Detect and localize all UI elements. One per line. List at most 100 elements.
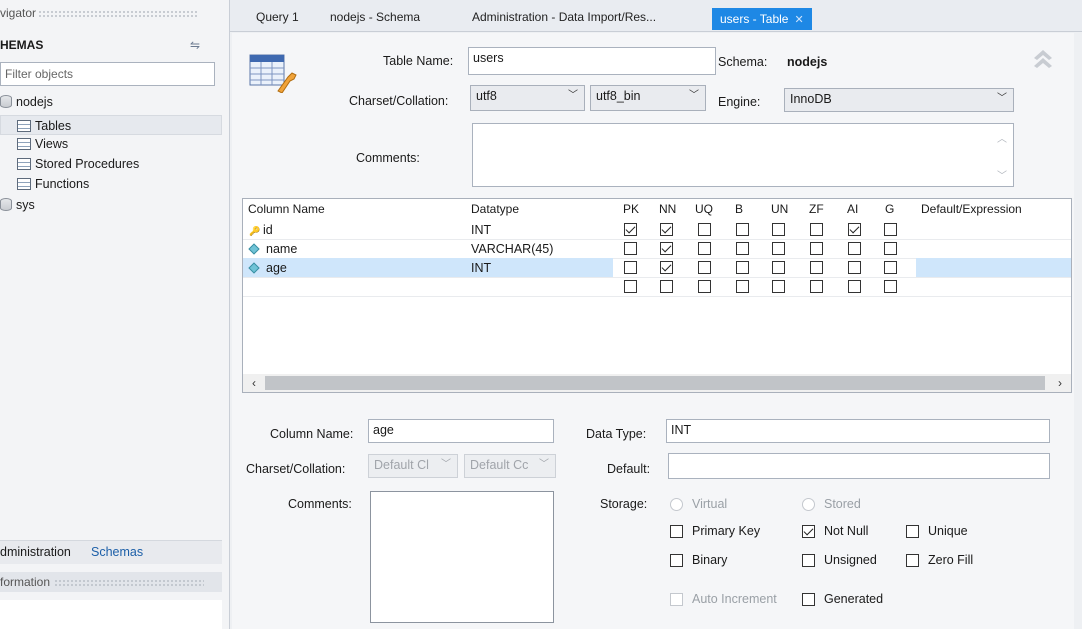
nn-checkbox[interactable] [660, 261, 673, 274]
default-input[interactable] [668, 453, 1050, 479]
nn-checkbox[interactable] [660, 280, 673, 293]
binary-checkbox[interactable] [670, 554, 683, 567]
b-checkbox[interactable] [736, 280, 749, 293]
zero-fill-checkbox[interactable] [906, 554, 919, 567]
collation-select[interactable]: utf8_bin ﹀ [590, 85, 706, 111]
un-checkbox[interactable] [772, 280, 785, 293]
uq-checkbox[interactable] [698, 280, 711, 293]
scroll-up-icon[interactable]: ︿ [997, 130, 1007, 145]
ai-checkbox[interactable] [848, 280, 861, 293]
tree-item-sys[interactable]: sys [0, 195, 222, 215]
pk-checkbox[interactable] [624, 280, 637, 293]
grid-header-b[interactable]: B [735, 202, 743, 216]
g-checkbox[interactable] [884, 280, 897, 293]
grid-header-g[interactable]: G [885, 202, 894, 216]
information-panel [0, 600, 222, 629]
default-label: Default: [607, 462, 651, 476]
b-checkbox[interactable] [736, 223, 749, 236]
scroll-left-icon[interactable]: ‹ [245, 374, 263, 392]
tree-item-views[interactable]: Views [0, 134, 222, 154]
b-checkbox[interactable] [736, 242, 749, 255]
uq-checkbox[interactable] [698, 223, 711, 236]
tab-schemas[interactable]: Schemas [91, 545, 143, 559]
refresh-icon[interactable]: ⇋ [190, 38, 204, 52]
nn-checkbox[interactable] [660, 223, 673, 236]
table-row[interactable] [243, 277, 1071, 297]
table-comments-textarea[interactable]: ︿ ﹀ [472, 123, 1014, 187]
tree-item-nodejs[interactable]: nodejs [0, 92, 222, 112]
datatype-cell[interactable]: INT [471, 220, 491, 240]
column-name-cell[interactable]: 🔑 id [243, 220, 613, 240]
grid-header-uq[interactable]: UQ [695, 202, 713, 216]
default-expression-cell[interactable] [916, 258, 1071, 278]
b-checkbox[interactable] [736, 261, 749, 274]
ai-checkbox[interactable] [848, 223, 861, 236]
datatype-cell[interactable]: VARCHAR(45) [471, 239, 553, 259]
column-comments-textarea[interactable] [370, 491, 554, 623]
grid-header-ai[interactable]: AI [847, 202, 858, 216]
zf-checkbox[interactable] [810, 261, 823, 274]
tab-administration[interactable]: dministration [0, 545, 71, 559]
unsigned-checkbox[interactable] [802, 554, 815, 567]
filter-objects-input[interactable]: Filter objects [0, 62, 215, 86]
collapse-icon[interactable] [1030, 45, 1056, 71]
nn-checkbox[interactable] [660, 242, 673, 255]
g-checkbox[interactable] [884, 242, 897, 255]
grid-header-datatype[interactable]: Datatype [471, 202, 519, 216]
un-checkbox[interactable] [772, 261, 785, 274]
zf-checkbox[interactable] [810, 242, 823, 255]
column-name-cell[interactable]: age [243, 258, 613, 278]
datatype-cell[interactable]: INT [471, 258, 491, 278]
grid-header-zf[interactable]: ZF [809, 202, 824, 216]
default-expression-cell[interactable] [916, 277, 1071, 297]
table-row[interactable]: name VARCHAR(45) [243, 239, 1071, 259]
scroll-right-icon[interactable]: › [1051, 374, 1069, 392]
unique-checkbox[interactable] [906, 525, 919, 538]
g-checkbox[interactable] [884, 261, 897, 274]
data-type-input[interactable]: INT [666, 419, 1050, 443]
grid-header-un[interactable]: UN [771, 202, 788, 216]
tree-item-tables[interactable]: Tables [0, 115, 222, 135]
uq-checkbox[interactable] [698, 242, 711, 255]
table-row[interactable]: age INT [243, 258, 1071, 278]
ai-checkbox[interactable] [848, 242, 861, 255]
scroll-down-icon[interactable]: ﹀ [997, 167, 1007, 182]
default-expression-cell[interactable] [916, 220, 1071, 240]
ai-checkbox[interactable] [848, 261, 861, 274]
engine-select[interactable]: InnoDB ﹀ [784, 88, 1014, 112]
pk-checkbox[interactable] [624, 242, 637, 255]
default-expression-cell[interactable] [916, 239, 1071, 259]
table-name-input[interactable]: users [468, 47, 716, 75]
not-null-checkbox[interactable] [802, 525, 815, 538]
tab-nodejs-schema[interactable]: nodejs - Schema [322, 6, 428, 30]
tab-users-table[interactable]: users - Table ✕ [712, 8, 812, 30]
pk-checkbox[interactable] [624, 223, 637, 236]
column-name-input[interactable]: age [368, 419, 554, 443]
tab-administration-import[interactable]: Administration - Data Import/Res... [464, 6, 664, 30]
grid-header-default[interactable]: Default/Expression [921, 202, 1022, 216]
grid-header-pk[interactable]: PK [623, 202, 639, 216]
virtual-radio[interactable] [670, 498, 683, 511]
grid-header-nn[interactable]: NN [659, 202, 676, 216]
g-checkbox[interactable] [884, 223, 897, 236]
pk-checkbox[interactable] [624, 261, 637, 274]
stored-radio[interactable] [802, 498, 815, 511]
un-checkbox[interactable] [772, 223, 785, 236]
column-name-cell[interactable] [243, 277, 613, 297]
primary-key-checkbox[interactable] [670, 525, 683, 538]
table-row[interactable]: 🔑 id INT [243, 220, 1071, 240]
horizontal-scrollbar[interactable]: ‹ › [243, 374, 1071, 392]
un-checkbox[interactable] [772, 242, 785, 255]
charset-select[interactable]: utf8 ﹀ [470, 85, 585, 111]
grid-header-column-name[interactable]: Column Name [248, 202, 325, 216]
uq-checkbox[interactable] [698, 261, 711, 274]
generated-checkbox[interactable] [802, 593, 815, 606]
tree-item-stored-procedures[interactable]: Stored Procedures [0, 154, 222, 174]
zf-checkbox[interactable] [810, 223, 823, 236]
tab-query-1[interactable]: Query 1 [248, 6, 307, 30]
close-tab-icon[interactable]: ✕ [794, 14, 803, 26]
tree-item-functions[interactable]: Functions [0, 174, 222, 194]
column-name-cell[interactable]: name [243, 239, 613, 259]
zf-checkbox[interactable] [810, 280, 823, 293]
scrollbar-thumb[interactable] [265, 376, 1045, 390]
